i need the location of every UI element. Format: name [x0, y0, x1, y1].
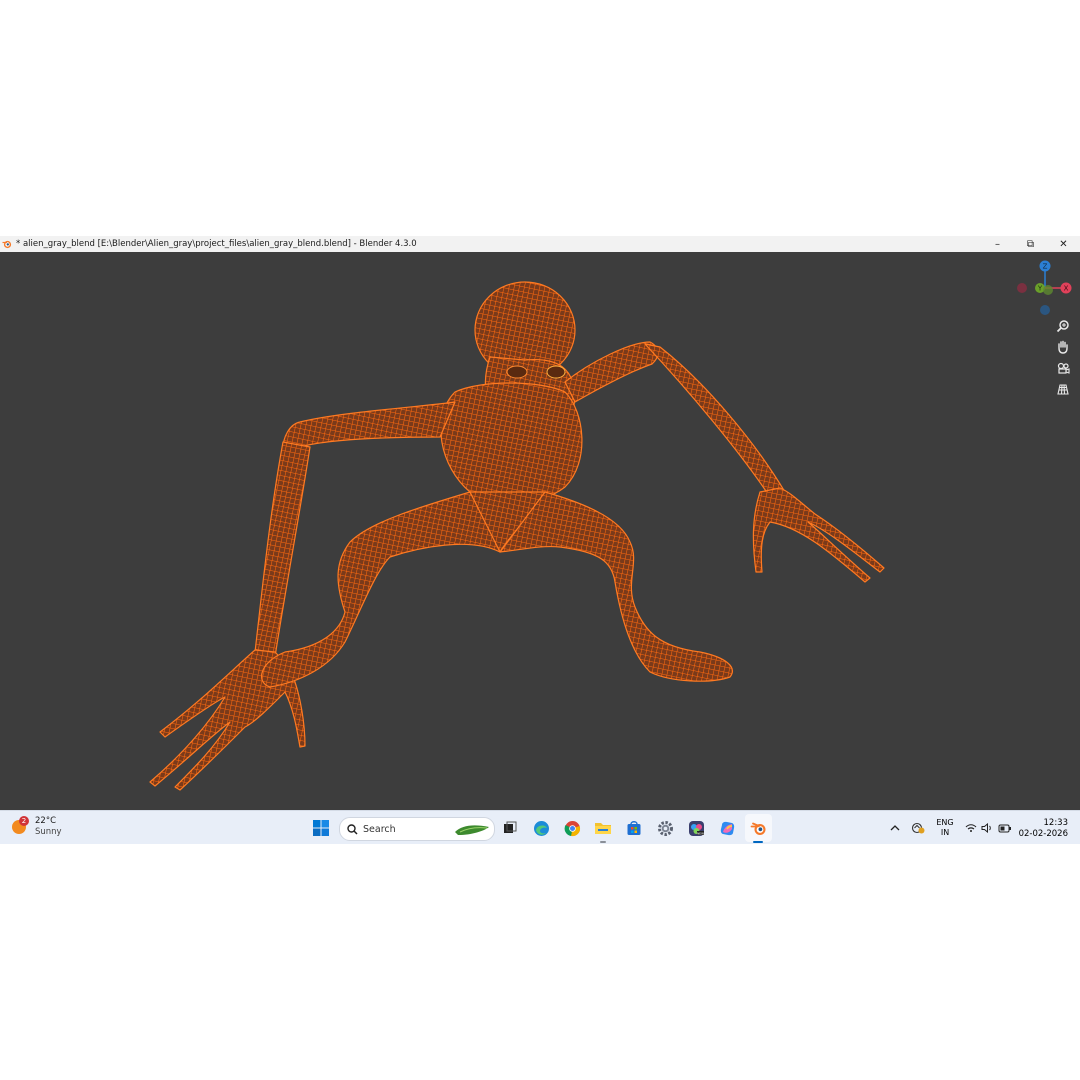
blender-running-indicator — [753, 841, 763, 843]
blender-app-icon — [2, 240, 12, 249]
notification-badge: 2 — [19, 816, 29, 826]
window-controls: – ⧉ ✕ — [981, 236, 1080, 252]
file-explorer-running-indicator — [600, 841, 606, 843]
chevron-up-icon — [890, 825, 900, 831]
blender-icon[interactable] — [748, 818, 768, 838]
close-button[interactable]: ✕ — [1047, 236, 1080, 252]
input-language-indicator[interactable]: ENG IN — [933, 818, 957, 838]
desktop-screen: * alien_gray_blend [E:\Blender\Alien_gra… — [0, 236, 1080, 844]
zoom-icon[interactable] — [1053, 316, 1073, 335]
show-hidden-icons-button[interactable] — [890, 811, 900, 844]
grid-icon[interactable] — [1053, 379, 1073, 398]
camera-icon[interactable] — [1053, 358, 1073, 377]
taskbar: 2 22°C Sunny Search NEW ENG IN 12:33 02-… — [0, 810, 1080, 844]
clock-date: 02-02-2026 — [1018, 829, 1068, 839]
svg-text:X: X — [1064, 285, 1069, 293]
clock-time: 12:33 — [1043, 818, 1069, 828]
navigation-gizmo[interactable]: Z X Y — [1010, 260, 1076, 320]
file-explorer-icon[interactable] — [593, 818, 613, 838]
settings-icon[interactable] — [655, 818, 675, 838]
minimize-button[interactable]: – — [981, 236, 1014, 252]
neg-z-axis-handle — [1040, 305, 1050, 315]
svg-text:NEW: NEW — [696, 831, 703, 835]
system-clock[interactable]: 12:33 02-02-2026 — [1018, 818, 1068, 840]
weather-condition: Sunny — [35, 827, 62, 837]
weather-temp: 22°C — [35, 816, 57, 826]
svg-text:Y: Y — [1037, 285, 1043, 293]
chrome-icon[interactable] — [562, 818, 582, 838]
search-icon — [347, 823, 358, 835]
edge-icon[interactable] — [531, 818, 551, 838]
weather-widget[interactable]: 2 22°C Sunny — [12, 816, 62, 838]
alien-wireframe-mesh — [149, 281, 885, 791]
onedrive-sync-icon[interactable] — [911, 811, 925, 844]
restore-button[interactable]: ⧉ — [1014, 236, 1047, 252]
viewport-nav-tools — [1053, 316, 1075, 398]
svg-text:Z: Z — [1043, 263, 1048, 271]
lang-code: ENG — [936, 818, 954, 827]
3d-viewport[interactable]: Z X Y — [0, 252, 1080, 810]
photos-icon[interactable]: NEW — [686, 818, 706, 838]
volume-icon[interactable] — [981, 811, 993, 844]
battery-icon[interactable] — [998, 811, 1012, 844]
sun-icon: 2 — [12, 816, 29, 834]
window-title: * alien_gray_blend [E:\Blender\Alien_gra… — [16, 239, 417, 249]
search-placeholder: Search — [363, 823, 396, 835]
task-view-icon[interactable] — [500, 818, 520, 838]
title-bar[interactable]: * alien_gray_blend [E:\Blender\Alien_gra… — [0, 236, 1080, 252]
pan-hand-icon[interactable] — [1053, 337, 1073, 356]
lang-region: IN — [940, 828, 950, 837]
wifi-icon[interactable] — [965, 811, 977, 844]
copilot-icon[interactable] — [717, 818, 737, 838]
search-box[interactable]: Search — [339, 817, 495, 841]
windows-start-icon[interactable] — [312, 819, 330, 837]
store-icon[interactable] — [624, 818, 644, 838]
search-highlight-icon — [455, 825, 489, 835]
neg-x-axis-handle — [1017, 283, 1027, 293]
